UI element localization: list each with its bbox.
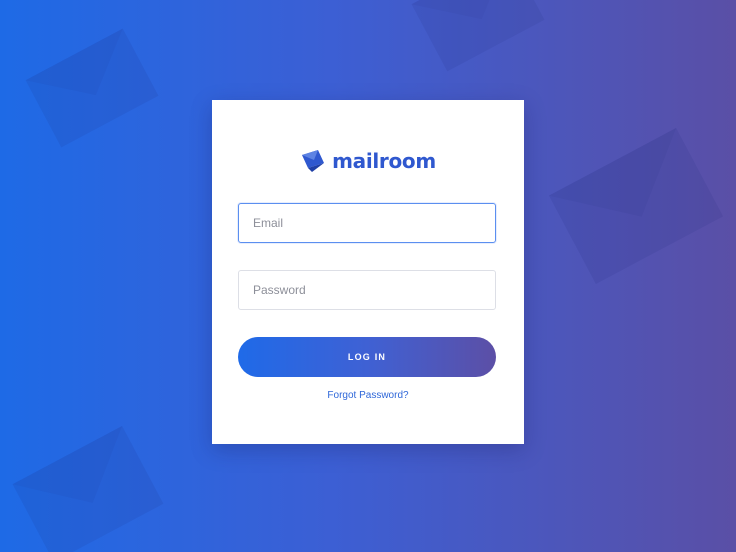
envelope-icon bbox=[12, 426, 164, 552]
password-field[interactable] bbox=[238, 270, 496, 310]
brand-logo: mailroom bbox=[212, 148, 524, 174]
login-button[interactable]: LOG IN bbox=[238, 337, 496, 377]
envelope-icon bbox=[411, 0, 545, 72]
login-card: mailroom LOG IN Forgot Password? bbox=[212, 100, 524, 444]
brand-name: mailroom bbox=[332, 149, 436, 173]
email-field[interactable] bbox=[238, 203, 496, 243]
envelope-icon bbox=[548, 128, 724, 284]
envelope-logo-icon bbox=[302, 150, 325, 172]
forgot-password-link[interactable]: Forgot Password? bbox=[212, 390, 524, 401]
envelope-icon bbox=[25, 28, 159, 148]
